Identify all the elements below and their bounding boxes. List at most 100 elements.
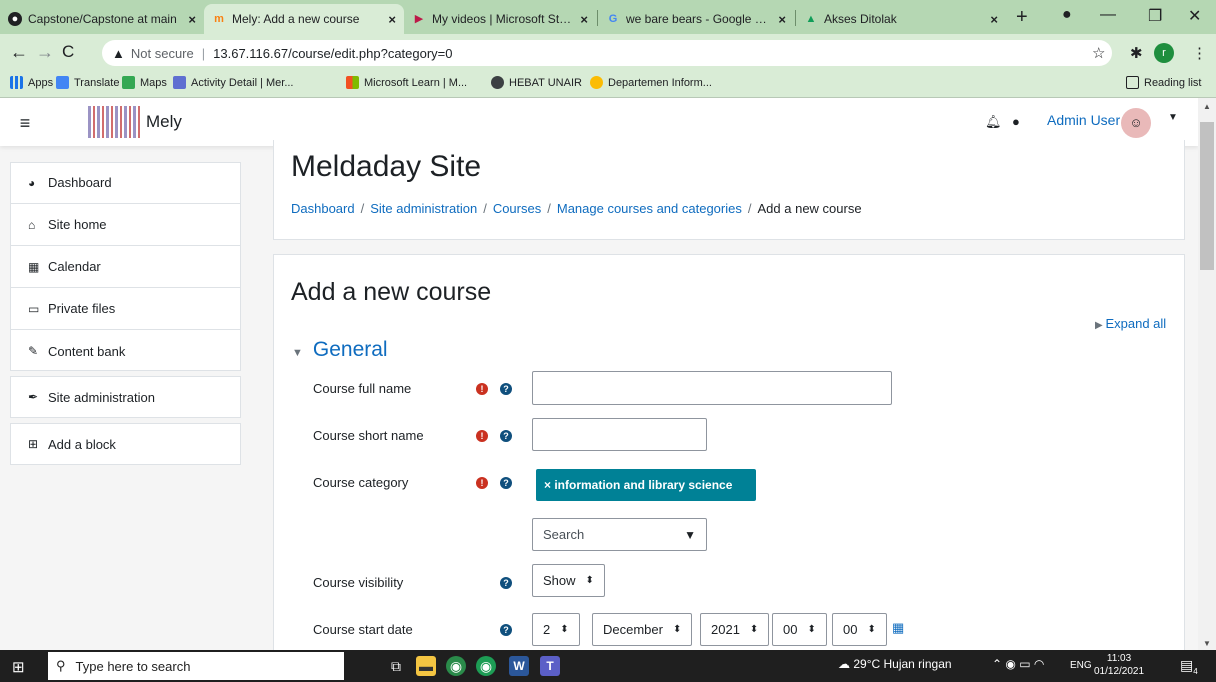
microsoft-icon <box>346 76 359 89</box>
startdate-minute-select[interactable]: 00 ⬍ <box>832 613 887 646</box>
minimize-icon[interactable]: — <box>1100 6 1116 24</box>
calendar-icon[interactable]: ▦ <box>892 620 904 636</box>
language-indicator[interactable]: ENG <box>1070 660 1092 671</box>
maps-icon <box>122 76 135 89</box>
visibility-select[interactable]: Show ⬍ <box>532 564 605 597</box>
category-selected-chip[interactable]: × information and library science <box>536 469 756 501</box>
course-shortname-input[interactable] <box>532 418 707 451</box>
site-name[interactable]: Mely <box>146 112 182 132</box>
breadcrumb-manage-courses[interactable]: Manage courses and categories <box>557 201 742 216</box>
file-explorer-icon[interactable]: ▬ <box>416 656 436 676</box>
sidebar-item-content-bank[interactable]: ✎ Content bank <box>10 330 241 372</box>
close-tab-icon[interactable]: × <box>778 12 786 27</box>
record-icon: ◉ <box>1005 657 1016 671</box>
browser-tab-google[interactable]: G we bare bears - Google Pene × <box>598 4 794 34</box>
select-arrows-icon: ⬍ <box>560 624 569 635</box>
expand-all-link[interactable]: ▶ Expand all <box>1095 316 1166 331</box>
bookmark-departemen[interactable]: Departemen Inform... <box>590 76 712 89</box>
new-tab-icon[interactable]: + <box>1016 6 1028 29</box>
help-icon[interactable]: ? <box>500 577 512 589</box>
form-title: Add a new course <box>291 278 492 306</box>
home-icon: ⌂ <box>28 217 36 232</box>
bookmark-mslearn[interactable]: Microsoft Learn | M... <box>346 76 467 89</box>
breadcrumb-site-administration[interactable]: Site administration <box>370 201 477 216</box>
sidebar-item-calendar[interactable]: ▦ Calendar <box>10 246 241 288</box>
startdate-month-select[interactable]: December ⬍ <box>592 613 693 646</box>
browser-tab-moodle[interactable]: m Mely: Add a new course × <box>204 4 404 34</box>
reload-icon[interactable]: C <box>62 42 74 62</box>
site-logo[interactable] <box>88 106 140 138</box>
close-tab-icon[interactable]: × <box>188 12 196 27</box>
breadcrumb-courses[interactable]: Courses <box>493 201 541 216</box>
restore-icon[interactable]: ❐ <box>1148 6 1162 26</box>
notification-bell-icon[interactable]: 🔔︎ <box>985 114 1002 130</box>
required-icon: ! <box>476 430 488 442</box>
hamburger-menu-icon[interactable]: ≡ <box>10 110 40 136</box>
extensions-icon[interactable]: ✱ <box>1130 44 1143 62</box>
bookmark-maps[interactable]: Maps <box>122 76 167 89</box>
taskbar-clock[interactable]: 11:03 01/12/2021 <box>1094 652 1144 678</box>
sidebar-item-site-home[interactable]: ⌂ Site home <box>10 204 241 246</box>
bookmark-apps[interactable]: Apps <box>10 76 53 89</box>
close-tab-icon[interactable]: × <box>990 12 998 27</box>
wifi-icon: ◠ <box>1033 657 1045 671</box>
user-avatar[interactable]: ☺ <box>1121 108 1151 138</box>
close-window-icon[interactable]: ✕ <box>1188 6 1201 26</box>
windows-start-icon[interactable]: ⊞ <box>12 658 25 676</box>
startdate-year-select[interactable]: 2021 ⬍ <box>700 613 770 646</box>
cloud-icon: ☁ <box>838 657 854 671</box>
taskbar-search-input[interactable]: ⚲ Type here to search <box>48 652 344 680</box>
close-tab-icon[interactable]: × <box>580 12 588 27</box>
help-icon[interactable]: ? <box>500 624 512 636</box>
stream-icon: ▶ <box>414 13 424 25</box>
scrollbar-thumb[interactable] <box>1200 122 1214 270</box>
startdate-hour-select[interactable]: 00 ⬍ <box>772 613 827 646</box>
help-icon[interactable]: ? <box>500 383 512 395</box>
notification-center-icon[interactable]: ▤4 <box>1180 657 1198 676</box>
word-icon[interactable]: W <box>509 656 529 676</box>
sidebar-item-site-administration[interactable]: ✒ Site administration <box>10 376 241 418</box>
add-a-block-button[interactable]: ⊞ Add a block <box>10 423 241 465</box>
system-tray[interactable]: ⌃ ◉ ▭ ◠ <box>992 657 1044 671</box>
menu-kebab-icon[interactable]: ⋮ <box>1192 44 1207 62</box>
brush-icon: ✎ <box>28 344 39 358</box>
user-name[interactable]: Admin User <box>1047 112 1120 128</box>
plus-square-icon: ⊞ <box>28 437 39 451</box>
teams-icon[interactable]: T <box>540 656 560 676</box>
section-general-toggle[interactable]: ▼ General <box>292 338 388 362</box>
bookmark-hebat[interactable]: HEBAT UNAIR <box>491 76 582 89</box>
profile-dot-icon[interactable]: ● <box>1062 6 1072 24</box>
back-icon[interactable]: ← <box>10 42 28 63</box>
bookmark-translate[interactable]: Translate <box>56 76 119 89</box>
bookmark-star-icon[interactable]: ☆ <box>1092 44 1105 62</box>
browser-tab-drive[interactable]: ▲ Akses Ditolak × <box>796 4 1006 34</box>
bookmark-activity[interactable]: Activity Detail | Mer... <box>173 76 294 89</box>
chrome-icon[interactable]: ◉ <box>446 656 466 676</box>
weather-widget[interactable]: ☁ 29°C Hujan ringan <box>838 657 952 671</box>
scroll-up-icon[interactable]: ▲ <box>1203 102 1211 111</box>
course-form-card <box>273 254 1185 654</box>
task-view-icon[interactable]: ⧉ <box>386 656 406 676</box>
security-label: Not secure <box>130 45 194 61</box>
messages-icon[interactable]: ● <box>1012 114 1020 129</box>
chrome-profile-icon[interactable]: ◉ <box>476 656 496 676</box>
sidebar-item-private-files[interactable]: ▭ Private files <box>10 288 241 330</box>
course-fullname-input[interactable] <box>532 371 892 405</box>
startdate-day-select[interactable]: 2 ⬍ <box>532 613 580 646</box>
help-icon[interactable]: ? <box>500 477 512 489</box>
url-bar[interactable]: ▲ Not secure | 13.67.116.67/course/edit.… <box>102 40 1112 66</box>
category-search-select[interactable]: Search ▼ <box>532 518 707 551</box>
breadcrumb-dashboard[interactable]: Dashboard <box>291 201 355 216</box>
browser-tab-github[interactable]: ● Capstone/Capstone at main × <box>0 4 204 34</box>
sidebar-item-dashboard[interactable]: ◕ Dashboard <box>10 162 241 204</box>
close-tab-icon[interactable]: × <box>388 12 396 27</box>
forward-icon[interactable]: → <box>36 42 54 63</box>
browser-tab-stream[interactable]: ▶ My videos | Microsoft Stream × <box>404 4 596 34</box>
scroll-down-icon[interactable]: ▼ <box>1203 639 1211 648</box>
help-icon[interactable]: ? <box>500 430 512 442</box>
reading-list[interactable]: Reading list <box>1126 76 1201 89</box>
url-divider: | <box>201 45 206 61</box>
bookmark-site-icon <box>173 76 186 89</box>
profile-avatar[interactable]: r <box>1154 43 1174 63</box>
chevron-down-icon[interactable]: ▼ <box>1168 112 1178 123</box>
